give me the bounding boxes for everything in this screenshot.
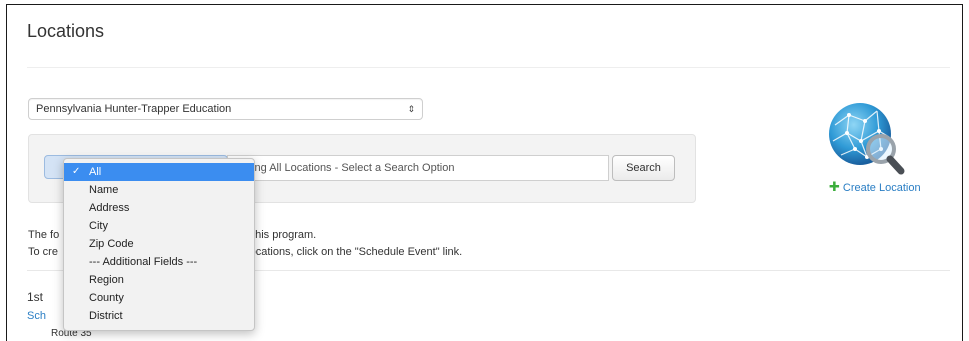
location-name: 1st xyxy=(27,290,44,304)
check-icon: ✓ xyxy=(72,166,81,177)
search-option-county[interactable]: County xyxy=(64,289,254,307)
search-input[interactable]: owing All Locations - Select a Search Op… xyxy=(227,155,609,181)
search-option-additional-fields-header: --- Additional Fields --- xyxy=(89,256,198,268)
search-option-city[interactable]: City xyxy=(64,217,254,235)
title-divider xyxy=(27,67,950,68)
select-caret-icon: ⇕ xyxy=(407,104,415,114)
search-option-zip-code[interactable]: Zip Code xyxy=(64,235,254,253)
locations-page: Locations Pennsylvania Hunter-Trapper Ed… xyxy=(6,4,963,341)
search-button[interactable]: Search xyxy=(612,155,675,181)
program-select-value: Pennsylvania Hunter-Trapper Education xyxy=(36,103,232,115)
create-location-label: Create Location xyxy=(842,182,921,194)
search-option-all[interactable]: ✓ All xyxy=(64,163,254,181)
page-title: Locations xyxy=(27,21,105,41)
info-line-2-end: e locations, click on the "Schedule Even… xyxy=(237,246,463,258)
info-line-2-start: To cre xyxy=(28,246,58,258)
schedule-link-start: Sch xyxy=(27,310,46,322)
create-location-link[interactable]: ✚ Create Location xyxy=(829,179,921,195)
search-option-address[interactable]: Address xyxy=(64,199,254,217)
search-option-region[interactable]: Region xyxy=(64,271,254,289)
option-label: All xyxy=(89,166,102,178)
search-option-district[interactable]: District xyxy=(64,307,254,325)
globe-search-icon[interactable] xyxy=(827,101,905,179)
info-line-1-start: The fo xyxy=(28,229,60,241)
plus-icon: ✚ xyxy=(829,179,840,194)
program-select[interactable]: Pennsylvania Hunter-Trapper Education ⇕ xyxy=(28,98,423,120)
search-option-dropdown[interactable]: ✓ All Name Address City Zip Code --- Addi… xyxy=(63,158,255,331)
search-option-name[interactable]: Name xyxy=(64,181,254,199)
search-input-placeholder: owing All Locations - Select a Search Op… xyxy=(238,162,455,174)
